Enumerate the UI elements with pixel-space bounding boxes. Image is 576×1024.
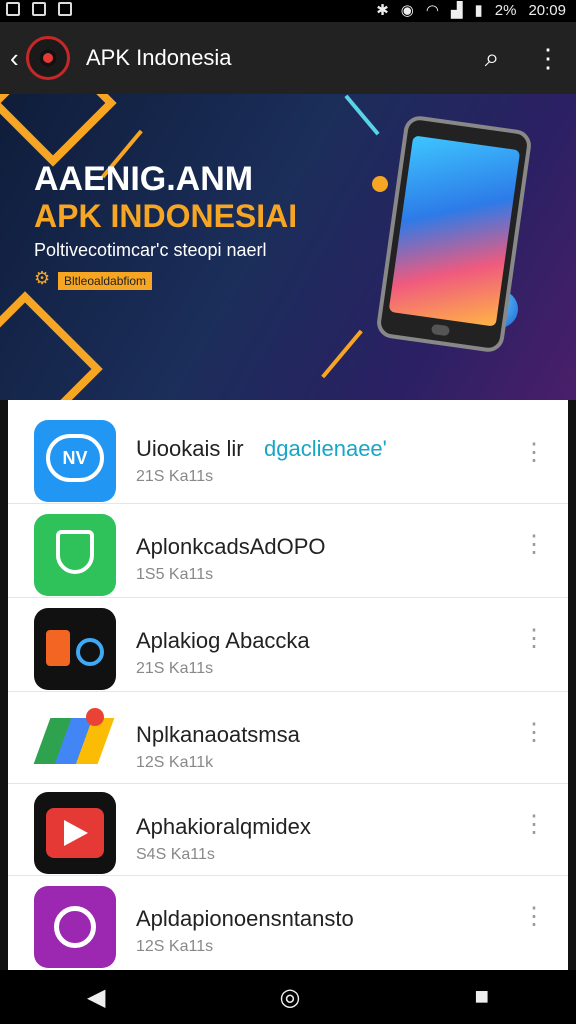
more-options-icon[interactable]: ⋮ [522, 721, 546, 745]
signal-icon: ▟ [450, 2, 463, 19]
overflow-menu-icon[interactable]: ⋮ [520, 43, 576, 74]
app-meta: 1S5 Ka11s [136, 566, 214, 583]
app-list: NV Uiookais lir dgaclienaee' 21S Ka11s ⋮… [8, 400, 568, 970]
lock-icon [34, 608, 116, 690]
promo-banner[interactable]: AAENIG.ANM APK INDONESIAI Poltivecotimca… [0, 94, 576, 400]
battery-icon: ▮ [474, 2, 483, 19]
nv-chat-icon: NV [34, 420, 116, 502]
play-icon [34, 792, 116, 874]
status-bar: ✱ ◉ ◠ ▟ ▮ 2% 20:09 [0, 0, 576, 22]
app-name: Uiookais lir [136, 436, 244, 461]
clock: 20:09 [528, 1, 566, 19]
decor-shape [0, 94, 117, 167]
app-meta: 21S Ka11s [136, 660, 214, 677]
wifi-icon: ◠ [425, 2, 439, 19]
app-bar: ‹ APK Indonesia ⌕ ⋮ [0, 22, 576, 94]
decor-line [321, 329, 363, 379]
banner-badge: Bltleoaldabfiom [58, 272, 153, 290]
more-options-icon[interactable]: ⋮ [522, 905, 546, 929]
notification-icon [32, 2, 46, 16]
home-nav-icon[interactable]: ◎ [279, 983, 300, 1012]
more-options-icon[interactable]: ⋮ [522, 813, 546, 837]
list-item[interactable]: Aphakioralqmidex S4S Ka11s ⋮ [8, 784, 568, 876]
decor-orb [372, 176, 388, 192]
app-name: AplonkcadsAdOPO [136, 534, 326, 559]
app-meta: 21S Ka11s [136, 468, 214, 485]
app-meta: 12S Ka11k [136, 754, 214, 771]
app-name: Aplakiog Abaccka [136, 628, 310, 653]
notification-icon [6, 2, 20, 16]
recents-nav-icon[interactable]: ■ [474, 983, 489, 1011]
app-name: Aphakioralqmidex [136, 814, 311, 839]
banner-heading: AAENIG.ANM [34, 160, 254, 198]
decor-line [344, 94, 380, 136]
phone-screen [388, 135, 521, 327]
banner-subheading: APK INDONESIAI [34, 198, 298, 234]
search-icon[interactable]: ⌕ [464, 42, 520, 74]
gear-icon: ⚙ [34, 268, 51, 288]
app-logo [26, 36, 70, 80]
app-name: Apldapionoensntansto [136, 906, 354, 931]
app-name-accent: dgaclienaee' [264, 436, 387, 461]
more-options-icon[interactable]: ⋮ [522, 533, 546, 557]
decor-shape [0, 291, 103, 400]
shield-icon [34, 514, 116, 596]
back-nav-icon[interactable]: ◀ [87, 983, 105, 1012]
more-options-icon[interactable]: ⋮ [522, 627, 546, 651]
page-title: APK Indonesia [86, 45, 232, 70]
app-meta: S4S Ka11s [136, 846, 215, 863]
app-name: Nplkanaoatsmsa [136, 722, 300, 747]
banner-subtitle: Poltivecotimcar'c steopi naerl [34, 240, 267, 260]
location-icon: ◉ [400, 2, 414, 19]
back-arrow-icon[interactable]: ‹ [10, 43, 26, 74]
list-item[interactable]: NV Uiookais lir dgaclienaee' 21S Ka11s ⋮ [8, 400, 568, 504]
battery-level: 2% [494, 1, 517, 19]
maps-icon [33, 700, 116, 782]
app-meta: 12S Ka11s [136, 938, 214, 955]
camera-icon [34, 886, 116, 968]
notification-icon [58, 2, 72, 16]
bluetooth-icon: ✱ [376, 2, 389, 19]
list-item[interactable]: Apldapionoensntansto 12S Ka11s ⋮ [8, 876, 568, 970]
system-nav-bar: ◀ ◎ ■ [0, 970, 576, 1024]
more-options-icon[interactable]: ⋮ [522, 441, 546, 465]
home-button [430, 323, 451, 337]
list-item[interactable]: Aplakiog Abaccka 21S Ka11s ⋮ [8, 598, 568, 692]
list-item[interactable]: Nplkanaoatsmsa 12S Ka11k ⋮ [8, 692, 568, 784]
list-item[interactable]: AplonkcadsAdOPO 1S5 Ka11s ⋮ [8, 504, 568, 598]
